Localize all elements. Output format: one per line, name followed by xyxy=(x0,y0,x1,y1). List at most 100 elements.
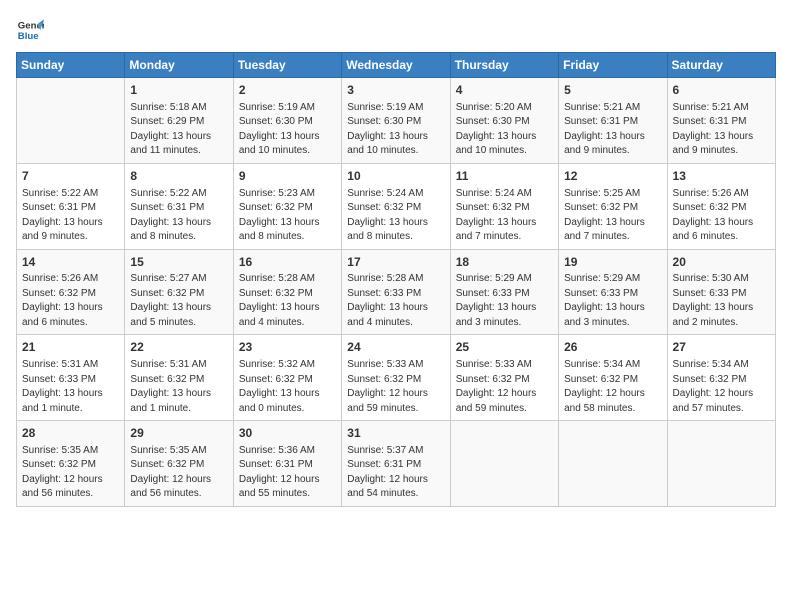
day-number: 1 xyxy=(130,82,227,99)
calendar-cell: 16Sunrise: 5:28 AM Sunset: 6:32 PM Dayli… xyxy=(233,249,341,335)
day-info: Sunrise: 5:32 AM Sunset: 6:32 PM Dayligh… xyxy=(239,358,336,416)
day-number: 28 xyxy=(22,425,119,442)
day-info: Sunrise: 5:31 AM Sunset: 6:32 PM Dayligh… xyxy=(130,358,227,416)
day-info: Sunrise: 5:18 AM Sunset: 6:29 PM Dayligh… xyxy=(130,101,227,159)
day-info: Sunrise: 5:19 AM Sunset: 6:30 PM Dayligh… xyxy=(347,101,444,159)
calendar-cell: 30 Sunrise: 5:36 AM Sunset: 6:31 PM Dayli… xyxy=(233,421,341,507)
day-info: Sunrise: 5:34 AM Sunset: 6:32 PM Dayligh… xyxy=(564,358,661,416)
calendar-cell: 26 Sunrise: 5:34 AM Sunset: 6:32 PM Dayli… xyxy=(559,335,667,421)
calendar-cell: 27Sunrise: 5:34 AM Sunset: 6:32 PM Dayli… xyxy=(667,335,775,421)
day-number: 6 xyxy=(673,82,770,99)
day-number: 23 xyxy=(239,339,336,356)
day-number: 4 xyxy=(456,82,553,99)
header-wednesday: Wednesday xyxy=(342,53,450,78)
day-info: Sunrise: 5:20 AM Sunset: 6:30 PM Dayligh… xyxy=(456,101,553,159)
day-number: 11 xyxy=(456,168,553,185)
page-header: General Blue xyxy=(16,16,776,44)
calendar-cell: 12 Sunrise: 5:25 AM Sunset: 6:32 PM Dayli… xyxy=(559,163,667,249)
day-info: Sunrise: 5:19 AM Sunset: 6:30 PM Dayligh… xyxy=(239,101,336,159)
day-number: 5 xyxy=(564,82,661,99)
day-info: Sunrise: 5:22 AM Sunset: 6:31 PM Dayligh… xyxy=(22,187,119,245)
calendar-cell: 21Sunrise: 5:31 AM Sunset: 6:33 PM Dayli… xyxy=(17,335,125,421)
header-friday: Friday xyxy=(559,53,667,78)
svg-text:Blue: Blue xyxy=(18,31,39,42)
week-row-4: 21Sunrise: 5:31 AM Sunset: 6:33 PM Dayli… xyxy=(17,335,776,421)
calendar-cell: 15Sunrise: 5:27 AM Sunset: 6:32 PM Dayli… xyxy=(125,249,233,335)
calendar-cell: 18Sunrise: 5:29 AM Sunset: 6:33 PM Dayli… xyxy=(450,249,558,335)
calendar-header: SundayMondayTuesdayWednesdayThursdayFrid… xyxy=(17,53,776,78)
day-info: Sunrise: 5:29 AM Sunset: 6:33 PM Dayligh… xyxy=(564,272,661,330)
calendar-cell: 13Sunrise: 5:26 AM Sunset: 6:32 PM Dayli… xyxy=(667,163,775,249)
day-number: 14 xyxy=(22,254,119,271)
calendar-cell: 2 Sunrise: 5:19 AM Sunset: 6:30 PM Daylig… xyxy=(233,78,341,164)
week-row-3: 14Sunrise: 5:26 AM Sunset: 6:32 PM Dayli… xyxy=(17,249,776,335)
header-saturday: Saturday xyxy=(667,53,775,78)
day-number: 30 xyxy=(239,425,336,442)
day-number: 17 xyxy=(347,254,444,271)
day-number: 16 xyxy=(239,254,336,271)
calendar-cell: 22 Sunrise: 5:31 AM Sunset: 6:32 PM Dayli… xyxy=(125,335,233,421)
day-number: 29 xyxy=(130,425,227,442)
calendar-cell: 24 Sunrise: 5:33 AM Sunset: 6:32 PM Dayli… xyxy=(342,335,450,421)
day-info: Sunrise: 5:28 AM Sunset: 6:33 PM Dayligh… xyxy=(347,272,444,330)
calendar-cell: 7Sunrise: 5:22 AM Sunset: 6:31 PM Daylig… xyxy=(17,163,125,249)
week-row-1: 1 Sunrise: 5:18 AM Sunset: 6:29 PM Daylig… xyxy=(17,78,776,164)
day-info: Sunrise: 5:24 AM Sunset: 6:32 PM Dayligh… xyxy=(347,187,444,245)
header-sunday: Sunday xyxy=(17,53,125,78)
calendar-cell xyxy=(559,421,667,507)
day-number: 10 xyxy=(347,168,444,185)
day-info: Sunrise: 5:37 AM Sunset: 6:31 PM Dayligh… xyxy=(347,444,444,502)
day-number: 15 xyxy=(130,254,227,271)
week-row-5: 28 Sunrise: 5:35 AM Sunset: 6:32 PM Dayli… xyxy=(17,421,776,507)
day-info: Sunrise: 5:23 AM Sunset: 6:32 PM Dayligh… xyxy=(239,187,336,245)
day-info: Sunrise: 5:33 AM Sunset: 6:32 PM Dayligh… xyxy=(347,358,444,416)
day-info: Sunrise: 5:28 AM Sunset: 6:32 PM Dayligh… xyxy=(239,272,336,330)
calendar-cell: 20Sunrise: 5:30 AM Sunset: 6:33 PM Dayli… xyxy=(667,249,775,335)
calendar-cell: 29 Sunrise: 5:35 AM Sunset: 6:32 PM Dayli… xyxy=(125,421,233,507)
day-number: 27 xyxy=(673,339,770,356)
day-number: 31 xyxy=(347,425,444,442)
day-info: Sunrise: 5:26 AM Sunset: 6:32 PM Dayligh… xyxy=(22,272,119,330)
calendar-cell xyxy=(17,78,125,164)
calendar-cell: 19Sunrise: 5:29 AM Sunset: 6:33 PM Dayli… xyxy=(559,249,667,335)
calendar-table: SundayMondayTuesdayWednesdayThursdayFrid… xyxy=(16,52,776,507)
day-number: 9 xyxy=(239,168,336,185)
day-info: Sunrise: 5:21 AM Sunset: 6:31 PM Dayligh… xyxy=(564,101,661,159)
day-info: Sunrise: 5:22 AM Sunset: 6:31 PM Dayligh… xyxy=(130,187,227,245)
calendar-cell: 5 Sunrise: 5:21 AM Sunset: 6:31 PM Daylig… xyxy=(559,78,667,164)
calendar-cell xyxy=(450,421,558,507)
day-number: 12 xyxy=(564,168,661,185)
day-info: Sunrise: 5:36 AM Sunset: 6:31 PM Dayligh… xyxy=(239,444,336,502)
day-number: 22 xyxy=(130,339,227,356)
day-number: 3 xyxy=(347,82,444,99)
day-number: 25 xyxy=(456,339,553,356)
day-info: Sunrise: 5:21 AM Sunset: 6:31 PM Dayligh… xyxy=(673,101,770,159)
calendar-cell: 17Sunrise: 5:28 AM Sunset: 6:33 PM Dayli… xyxy=(342,249,450,335)
calendar-cell: 23 Sunrise: 5:32 AM Sunset: 6:32 PM Dayli… xyxy=(233,335,341,421)
day-info: Sunrise: 5:24 AM Sunset: 6:32 PM Dayligh… xyxy=(456,187,553,245)
calendar-body: 1 Sunrise: 5:18 AM Sunset: 6:29 PM Daylig… xyxy=(17,78,776,507)
header-tuesday: Tuesday xyxy=(233,53,341,78)
day-number: 19 xyxy=(564,254,661,271)
header-monday: Monday xyxy=(125,53,233,78)
day-number: 21 xyxy=(22,339,119,356)
calendar-cell: 28Sunrise: 5:35 AM Sunset: 6:32 PM Dayli… xyxy=(17,421,125,507)
calendar-cell: 9 Sunrise: 5:23 AM Sunset: 6:32 PM Daylig… xyxy=(233,163,341,249)
calendar-cell: 10 Sunrise: 5:24 AM Sunset: 6:32 PM Dayli… xyxy=(342,163,450,249)
day-info: Sunrise: 5:25 AM Sunset: 6:32 PM Dayligh… xyxy=(564,187,661,245)
day-info: Sunrise: 5:33 AM Sunset: 6:32 PM Dayligh… xyxy=(456,358,553,416)
calendar-cell xyxy=(667,421,775,507)
calendar-cell: 8Sunrise: 5:22 AM Sunset: 6:31 PM Daylig… xyxy=(125,163,233,249)
logo-icon: General Blue xyxy=(16,16,44,44)
calendar-cell: 3 Sunrise: 5:19 AM Sunset: 6:30 PM Daylig… xyxy=(342,78,450,164)
week-row-2: 7Sunrise: 5:22 AM Sunset: 6:31 PM Daylig… xyxy=(17,163,776,249)
day-number: 24 xyxy=(347,339,444,356)
day-number: 18 xyxy=(456,254,553,271)
day-info: Sunrise: 5:30 AM Sunset: 6:33 PM Dayligh… xyxy=(673,272,770,330)
day-number: 26 xyxy=(564,339,661,356)
calendar-cell: 14Sunrise: 5:26 AM Sunset: 6:32 PM Dayli… xyxy=(17,249,125,335)
day-info: Sunrise: 5:35 AM Sunset: 6:32 PM Dayligh… xyxy=(130,444,227,502)
day-number: 2 xyxy=(239,82,336,99)
logo: General Blue xyxy=(16,16,48,44)
calendar-cell: 6 Sunrise: 5:21 AM Sunset: 6:31 PM Daylig… xyxy=(667,78,775,164)
